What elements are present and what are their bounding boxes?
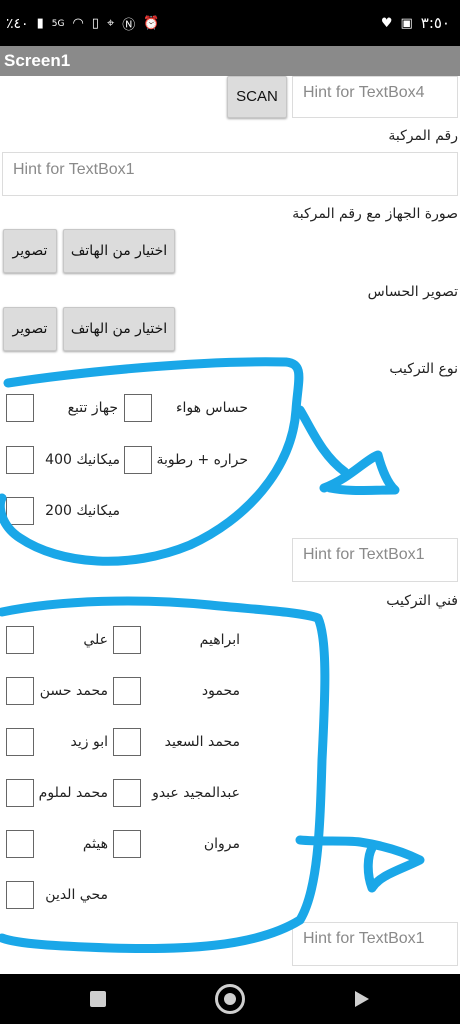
checkbox-ibrahim[interactable] <box>113 626 141 654</box>
tech-abu-zaid: ابو زيد <box>70 734 108 750</box>
scan-button[interactable]: SCAN <box>227 76 287 118</box>
device-pick-button[interactable]: اختيار من الهاتف <box>63 229 175 273</box>
option-mechanic-200: ميكانيك 200 <box>45 503 120 519</box>
checkbox-mechanic-400[interactable] <box>6 446 34 474</box>
alarm-icon: ⏰ <box>143 16 160 31</box>
install-type-label: نوع التركيب <box>389 361 458 377</box>
tech-mohamed-mallom: محمد لملوم <box>38 785 108 801</box>
checkbox-air-sensor[interactable] <box>124 394 152 422</box>
status-bar: ٪٤٠ ▮ 5G ◠ ▯ ⌖ Ⓝ ⏰ ♥ ▣ ٣:٥٠ <box>0 0 460 46</box>
tech-ali: علي <box>83 632 108 648</box>
device-capture-button[interactable]: تصوير <box>3 229 57 273</box>
tech-mohamed-elsaid: محمد السعيد <box>164 734 240 750</box>
sensor-pick-button[interactable]: اختيار من الهاتف <box>63 307 175 351</box>
install-type-other-field[interactable]: Hint for TextBox1 <box>292 538 458 582</box>
checkbox-temp-humidity[interactable] <box>124 446 152 474</box>
sensor-capture-button[interactable]: تصوير <box>3 307 57 351</box>
tech-marwan: مروان <box>203 836 240 852</box>
checkbox-mohamed-hassan[interactable] <box>6 677 34 705</box>
checkbox-marwan[interactable] <box>113 830 141 858</box>
battery-icon: ▮ <box>36 16 44 31</box>
option-tracker: جهاز تتبع <box>67 400 118 416</box>
technician-label: فني التركيب <box>386 593 458 609</box>
vibrate-icon: ▯ <box>91 16 99 31</box>
navigation-bar <box>0 974 460 1024</box>
option-mechanic-400: ميكانيك 400 <box>45 452 120 468</box>
status-left: ٪٤٠ ▮ 5G ◠ ▯ ⌖ Ⓝ ⏰ <box>6 14 160 34</box>
recents-icon[interactable] <box>90 991 106 1007</box>
checkbox-mechanic-200[interactable] <box>6 497 34 525</box>
location-icon: ⌖ <box>106 16 115 31</box>
technician-other-field[interactable]: Hint for TextBox1 <box>292 922 458 966</box>
app-notification-icon: ▣ <box>400 15 413 31</box>
status-right: ♥ ▣ ٣:٥٠ <box>381 14 450 32</box>
tech-mohamed-hassan: محمد حسن <box>39 683 108 699</box>
checkbox-mohamed-elsaid[interactable] <box>113 728 141 756</box>
app-title: Screen1 <box>4 51 71 70</box>
network-type: 5G <box>51 18 65 29</box>
option-air-sensor: حساس هواء <box>175 400 248 416</box>
checkbox-mahmoud[interactable] <box>113 677 141 705</box>
textbox4[interactable]: Hint for TextBox4 <box>292 76 458 118</box>
sensor-photo-label: تصوير الحساس <box>367 284 458 300</box>
tech-mohy-eldin: محي الدين <box>45 887 108 903</box>
device-photo-label: صورة الجهاز مع رقم المركبة <box>292 206 458 222</box>
checkbox-abdelmegid-abdo[interactable] <box>113 779 141 807</box>
vehicle-number-label: رقم المركبة <box>388 128 458 144</box>
annotation-scribble <box>0 357 425 954</box>
checkbox-ali[interactable] <box>6 626 34 654</box>
option-temp-humidity: حراره + رطوبة <box>156 452 248 468</box>
tech-abdelmegid-abdo: عبدالمجيد عبدو <box>152 785 240 801</box>
health-icon: ♥ <box>380 15 393 31</box>
tech-mahmoud: محمود <box>201 683 240 699</box>
app-title-bar: Screen1 <box>0 46 460 76</box>
checkbox-haitham[interactable] <box>6 830 34 858</box>
back-icon[interactable] <box>355 991 369 1007</box>
clock: ٣:٥٠ <box>420 14 450 32</box>
scribble-arrow-technician <box>295 835 425 893</box>
battery-percent: ٪٤٠ <box>6 15 29 32</box>
checkbox-mohy-eldin[interactable] <box>6 881 34 909</box>
checkbox-abu-zaid[interactable] <box>6 728 34 756</box>
vehicle-number-field[interactable]: Hint for TextBox1 <box>2 152 458 196</box>
checkbox-tracker[interactable] <box>6 394 34 422</box>
tech-haitham: هيثم <box>82 836 108 852</box>
checkbox-mohamed-mallom[interactable] <box>6 779 34 807</box>
home-icon[interactable] <box>215 984 245 1014</box>
tech-ibrahim: ابراهيم <box>199 632 240 648</box>
scribble-arrow-install-type <box>295 405 400 495</box>
nfc-icon: Ⓝ <box>122 18 136 33</box>
wifi-icon: ◠ <box>72 16 84 31</box>
